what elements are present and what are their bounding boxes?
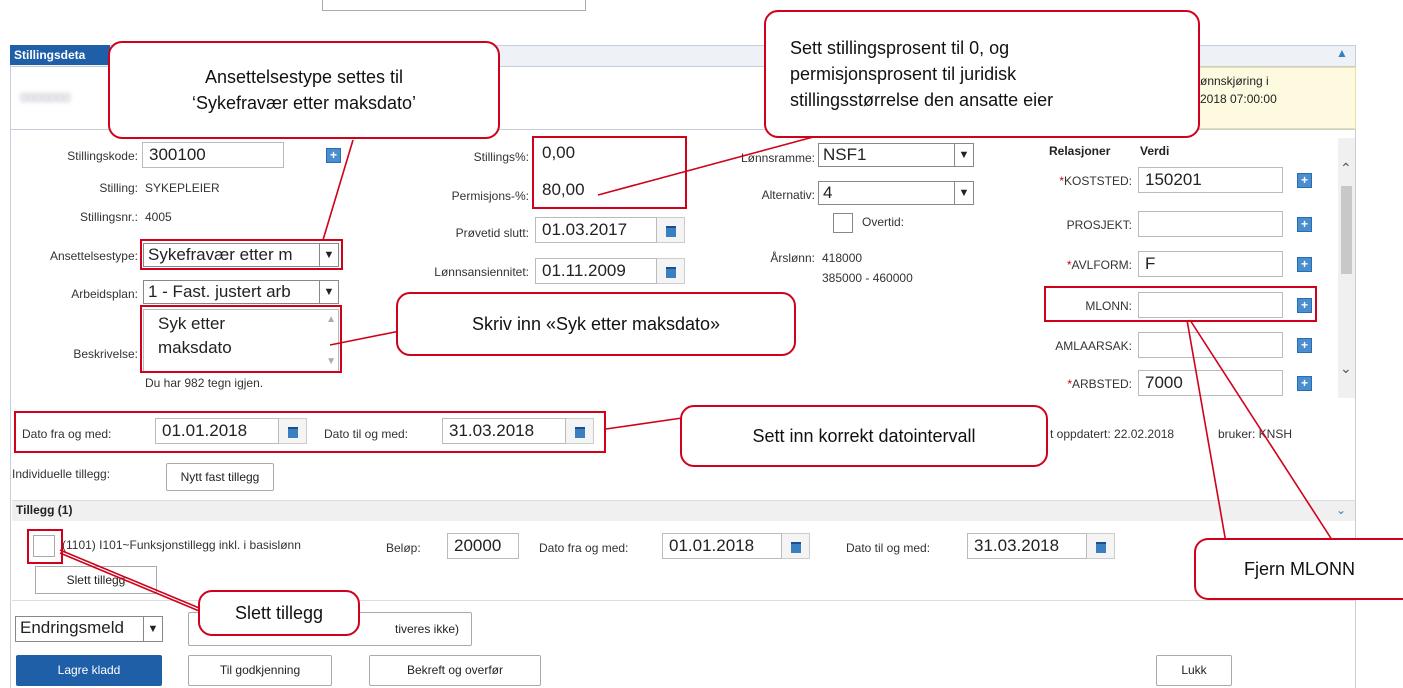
- callout-slett-tillegg: Slett tillegg: [198, 590, 360, 636]
- callout-skriv-inn: Skriv inn «Syk etter maksdato»: [396, 292, 796, 356]
- callout-stillingsprosent: Sett stillingsprosent til 0, og permisjo…: [764, 10, 1200, 138]
- callout-datointervall: Sett inn korrekt datointervall: [680, 405, 1048, 467]
- callout-fjern-mlonn: Fjern MLONN: [1194, 538, 1403, 600]
- callout-ansettelsestype: Ansettelsestype settes til ‘Sykefravær e…: [108, 41, 500, 139]
